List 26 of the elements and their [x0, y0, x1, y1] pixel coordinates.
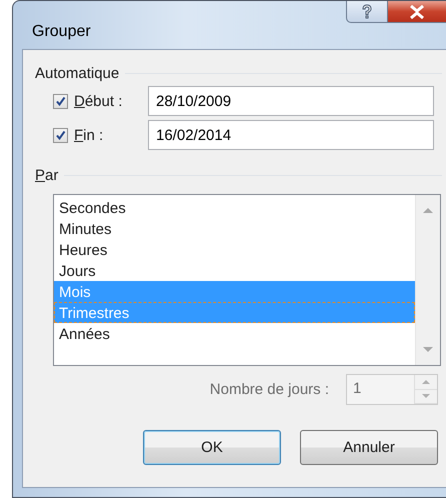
- field-label: Nombre de jours :: [210, 381, 329, 398]
- date-field[interactable]: 16/02/2014: [148, 120, 434, 150]
- scrollbar[interactable]: [415, 195, 440, 365]
- date-field[interactable]: 28/10/2009: [148, 86, 434, 116]
- help-button[interactable]: [346, 1, 388, 23]
- spin-up-icon[interactable]: [422, 379, 430, 384]
- field-label: Fin :: [74, 126, 104, 144]
- close-button[interactable]: [388, 1, 446, 23]
- spin-down-icon[interactable]: [422, 394, 430, 399]
- scroll-down-icon[interactable]: [423, 347, 433, 353]
- close-icon: [409, 4, 425, 18]
- window-title: Grouper: [31, 22, 91, 42]
- scroll-up-icon[interactable]: [423, 207, 433, 213]
- ok-button[interactable]: OK: [143, 430, 281, 465]
- group-label: Automatique: [35, 64, 120, 82]
- help-icon: [360, 4, 374, 20]
- list-item[interactable]: Jours: [54, 260, 415, 281]
- checkbox[interactable]: [53, 128, 68, 142]
- list-item[interactable]: Secondes: [54, 197, 415, 218]
- field-label: Début :: [74, 92, 124, 110]
- list-item[interactable]: Heures: [54, 239, 415, 260]
- list-item[interactable]: Minutes: [54, 218, 415, 239]
- list-item[interactable]: Années: [54, 323, 415, 344]
- checkbox[interactable]: [53, 94, 68, 108]
- cancel-button[interactable]: Annuler: [300, 430, 438, 465]
- group-label: Par: [35, 166, 58, 184]
